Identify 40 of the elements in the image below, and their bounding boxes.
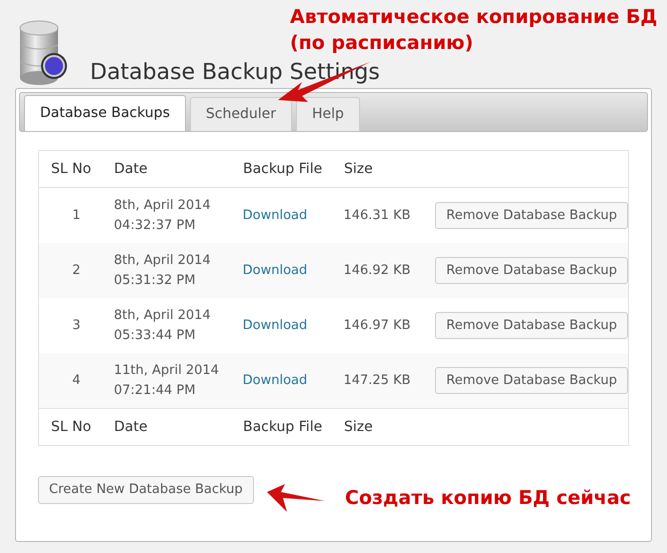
column-footer: SL No (39, 416, 114, 438)
annotation-text: Автоматическое копирование БД (по расписанию) (290, 5, 658, 56)
download-link[interactable]: Download (242, 208, 308, 223)
backup-size: 146.97 KB (343, 316, 412, 335)
column-header: Size (344, 160, 374, 178)
backup-date: 11th, April 2014 (114, 362, 220, 380)
download-link[interactable]: Download (242, 262, 308, 278)
backup-time: 04:32:37 PM (114, 216, 196, 234)
backup-size: 146.31 KB (343, 206, 412, 225)
column-footer: Size (344, 416, 434, 438)
backup-size: 146.92 KB (343, 262, 412, 280)
row-number: 2 (71, 262, 82, 280)
backup-date: 8th, April 2014 (114, 196, 212, 214)
row-number: 3 (71, 316, 82, 335)
backup-time: 07:21:44 PM (114, 382, 196, 400)
remove-backup-button[interactable]: Remove Database Backup (435, 367, 628, 394)
backup-size: 147.25 KB (343, 372, 412, 390)
column-footer: Backup File (243, 416, 344, 438)
column-header: Backup File (243, 160, 324, 178)
download-link[interactable]: Download (242, 372, 308, 388)
remove-backup-button[interactable]: Remove Database Backup (435, 312, 628, 339)
column-header: SL No (50, 160, 92, 178)
backup-time: 05:31:32 PM (114, 272, 196, 290)
column-header: Date (114, 160, 148, 178)
tab[interactable]: Scheduler (190, 97, 292, 131)
remove-backup-button[interactable]: Remove Database Backup (435, 257, 628, 284)
tab[interactable]: Help (296, 97, 360, 131)
backup-date: 8th, April 2014 (114, 306, 212, 324)
remove-backup-button[interactable]: Remove Database Backup (435, 202, 628, 229)
tab[interactable]: Database Backups (24, 95, 186, 131)
backup-time: 05:33:44 PM (114, 326, 196, 344)
annotation-text: Создать копию БД сейчас (345, 486, 631, 511)
backup-date: 8th, April 2014 (114, 252, 212, 270)
database-logo-icon (18, 20, 68, 86)
download-link[interactable]: Download (242, 318, 308, 333)
create-backup-button[interactable]: Create New Database Backup (38, 476, 254, 504)
pointer-arrow (265, 482, 327, 514)
row-number: 1 (71, 206, 82, 225)
row-number: 4 (71, 372, 82, 390)
column-footer: Date (114, 416, 243, 438)
